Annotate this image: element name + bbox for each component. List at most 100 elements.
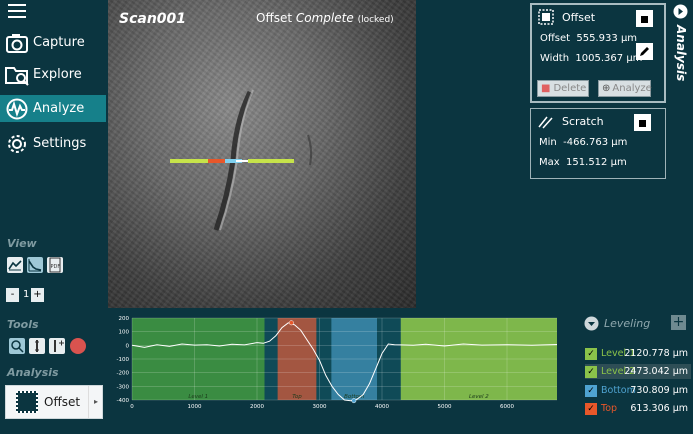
nav-capture[interactable]: Capture xyxy=(0,29,106,56)
level1-value: 2120.778 µm xyxy=(624,348,688,359)
nav-capture-label: Capture xyxy=(33,35,85,50)
bottom-value: 730.809 µm xyxy=(630,385,688,396)
camera-icon xyxy=(6,33,28,53)
analyze-label: Analyze xyxy=(612,83,652,94)
width-value: 1005.367 µm xyxy=(575,53,643,64)
extreme-marker xyxy=(288,320,294,326)
y-tick-label: -100 xyxy=(117,357,130,363)
y-tick-label: -300 xyxy=(117,384,130,390)
zoom-minus-button[interactable]: - xyxy=(6,288,19,302)
top-label: Top xyxy=(601,403,618,414)
folder-search-icon xyxy=(5,66,29,86)
scratch-panel[interactable]: Scratch Min -466.763 µm Max 151.512 µm xyxy=(530,108,666,179)
nav-explore[interactable]: Explore xyxy=(0,61,106,88)
y-tick-label: -200 xyxy=(117,371,130,377)
x-tick-label: 5000 xyxy=(438,404,452,410)
gear-icon xyxy=(8,134,26,153)
offset-icon xyxy=(538,9,554,25)
region-label: Level 1 xyxy=(188,394,208,400)
leveling-header: Leveling xyxy=(604,317,651,330)
scratch-lock-icon[interactable] xyxy=(634,114,651,131)
analyze-button[interactable]: ⊕ Analyze xyxy=(598,80,652,97)
x-tick-label: 3000 xyxy=(313,404,327,410)
leveling-row-bottom[interactable]: ✓ Bottom 730.809 µm xyxy=(585,383,691,398)
clear-tool-icon[interactable] xyxy=(70,338,86,354)
scan-status: Offset Complete (locked) xyxy=(256,11,394,25)
zoom-select-tool-icon[interactable] xyxy=(9,338,25,354)
nav-settings[interactable]: Settings xyxy=(0,130,106,157)
extreme-marker xyxy=(351,398,357,404)
edit-pencil-icon[interactable] xyxy=(636,43,653,60)
region-label: Level 2 xyxy=(469,394,489,400)
width-label: Width xyxy=(540,53,570,64)
bottom-checkbox[interactable]: ✓ xyxy=(585,384,597,397)
max-label: Max xyxy=(539,157,560,168)
zoom-plus-button[interactable]: + xyxy=(31,288,44,302)
add-leveling-button[interactable]: + xyxy=(671,315,686,330)
x-tick-label: 6000 xyxy=(500,404,514,410)
delete-button[interactable]: ■ Delete xyxy=(537,80,589,97)
nav-settings-label: Settings xyxy=(33,136,87,151)
y-tick-label: 100 xyxy=(119,330,130,336)
level2-value: 2473.042 µm xyxy=(624,366,688,377)
nav-explore-label: Explore xyxy=(33,67,82,82)
x-tick-label: 2000 xyxy=(250,404,264,410)
leveling-row-level2[interactable]: ✓ Level 2 2473.042 µm xyxy=(585,364,691,379)
leveling-row-level1[interactable]: ✓ Level 1 2120.778 µm xyxy=(585,346,691,361)
tools-section-label: Tools xyxy=(7,318,39,331)
svg-text:PDF: PDF xyxy=(51,264,61,270)
x-tick-label: 4000 xyxy=(375,404,389,410)
min-label: Min xyxy=(539,137,557,148)
add-profile-tool-icon[interactable] xyxy=(49,338,65,354)
level2-checkbox[interactable]: ✓ xyxy=(585,365,597,378)
trash-icon: ■ xyxy=(541,83,551,94)
analysis-side-tab[interactable]: Analysis xyxy=(670,0,693,90)
offset-value: 555.933 µm xyxy=(576,33,638,44)
status-state: Complete xyxy=(295,11,354,25)
profile-view-icon[interactable] xyxy=(27,257,43,273)
offset-panel[interactable]: Offset Offset 555.933 µm Width 1005.367 … xyxy=(530,3,666,103)
nav-analyze-label: Analyze xyxy=(33,101,85,116)
leveling-row-top[interactable]: ✓ Top 613.306 µm xyxy=(585,401,691,416)
analysis-section-label: Analysis xyxy=(7,366,59,379)
delete-label: Delete xyxy=(553,83,587,94)
offset-analysis-icon xyxy=(16,391,38,413)
select-arrow-icon[interactable]: ▸ xyxy=(88,386,98,418)
region-label: Top xyxy=(292,394,302,400)
top-value: 613.306 µm xyxy=(630,403,688,414)
pdf-export-icon[interactable]: PDF xyxy=(47,257,63,273)
analysis-type-select[interactable]: Offset ▸ xyxy=(5,385,103,419)
app-window: Capture Explore Analyze Settings View PD… xyxy=(0,0,693,434)
offset-label: Offset xyxy=(540,33,571,44)
offset-panel-title: Offset xyxy=(562,10,596,24)
scratch-panel-title: Scratch xyxy=(562,114,604,128)
max-value: 151.512 µm xyxy=(566,157,627,168)
offset-lock-icon[interactable] xyxy=(636,10,653,27)
x-tick-label: 1000 xyxy=(188,404,202,410)
y-tick-label: -400 xyxy=(117,398,130,404)
status-prefix: Offset xyxy=(256,11,293,25)
line-profile-tool-icon[interactable] xyxy=(29,338,45,354)
y-tick-label: 0 xyxy=(126,343,130,349)
level1-checkbox[interactable]: ✓ xyxy=(585,347,597,360)
status-suffix: (locked) xyxy=(357,15,394,25)
surface-view-icon[interactable] xyxy=(7,257,23,273)
view-section-label: View xyxy=(7,237,37,250)
leveling-collapse-icon[interactable] xyxy=(584,316,599,331)
scratch-icon xyxy=(538,116,553,129)
collapse-arrow-icon[interactable] xyxy=(673,4,688,19)
hamburger-menu-icon[interactable] xyxy=(8,4,26,18)
y-tick-label: 200 xyxy=(119,316,130,322)
scan-viewport[interactable]: Scan001 Offset Complete (locked) xyxy=(108,0,416,308)
profile-chart[interactable]: Level 1 Top Bottom Level 22001000-100-200-3… xyxy=(112,313,572,419)
x-tick-label: 0 xyxy=(130,404,134,410)
analyze-zoom-icon: ⊕ xyxy=(602,83,611,94)
waveform-icon xyxy=(6,98,28,119)
min-row: Min -466.763 µm xyxy=(531,133,665,153)
nav-analyze[interactable]: Analyze xyxy=(0,95,106,122)
zoom-level-value: 1 xyxy=(23,289,30,300)
max-row: Max 151.512 µm xyxy=(531,153,665,173)
top-checkbox[interactable]: ✓ xyxy=(585,402,597,415)
min-value: -466.763 µm xyxy=(563,137,628,148)
scan-surface-graphic xyxy=(170,89,313,231)
